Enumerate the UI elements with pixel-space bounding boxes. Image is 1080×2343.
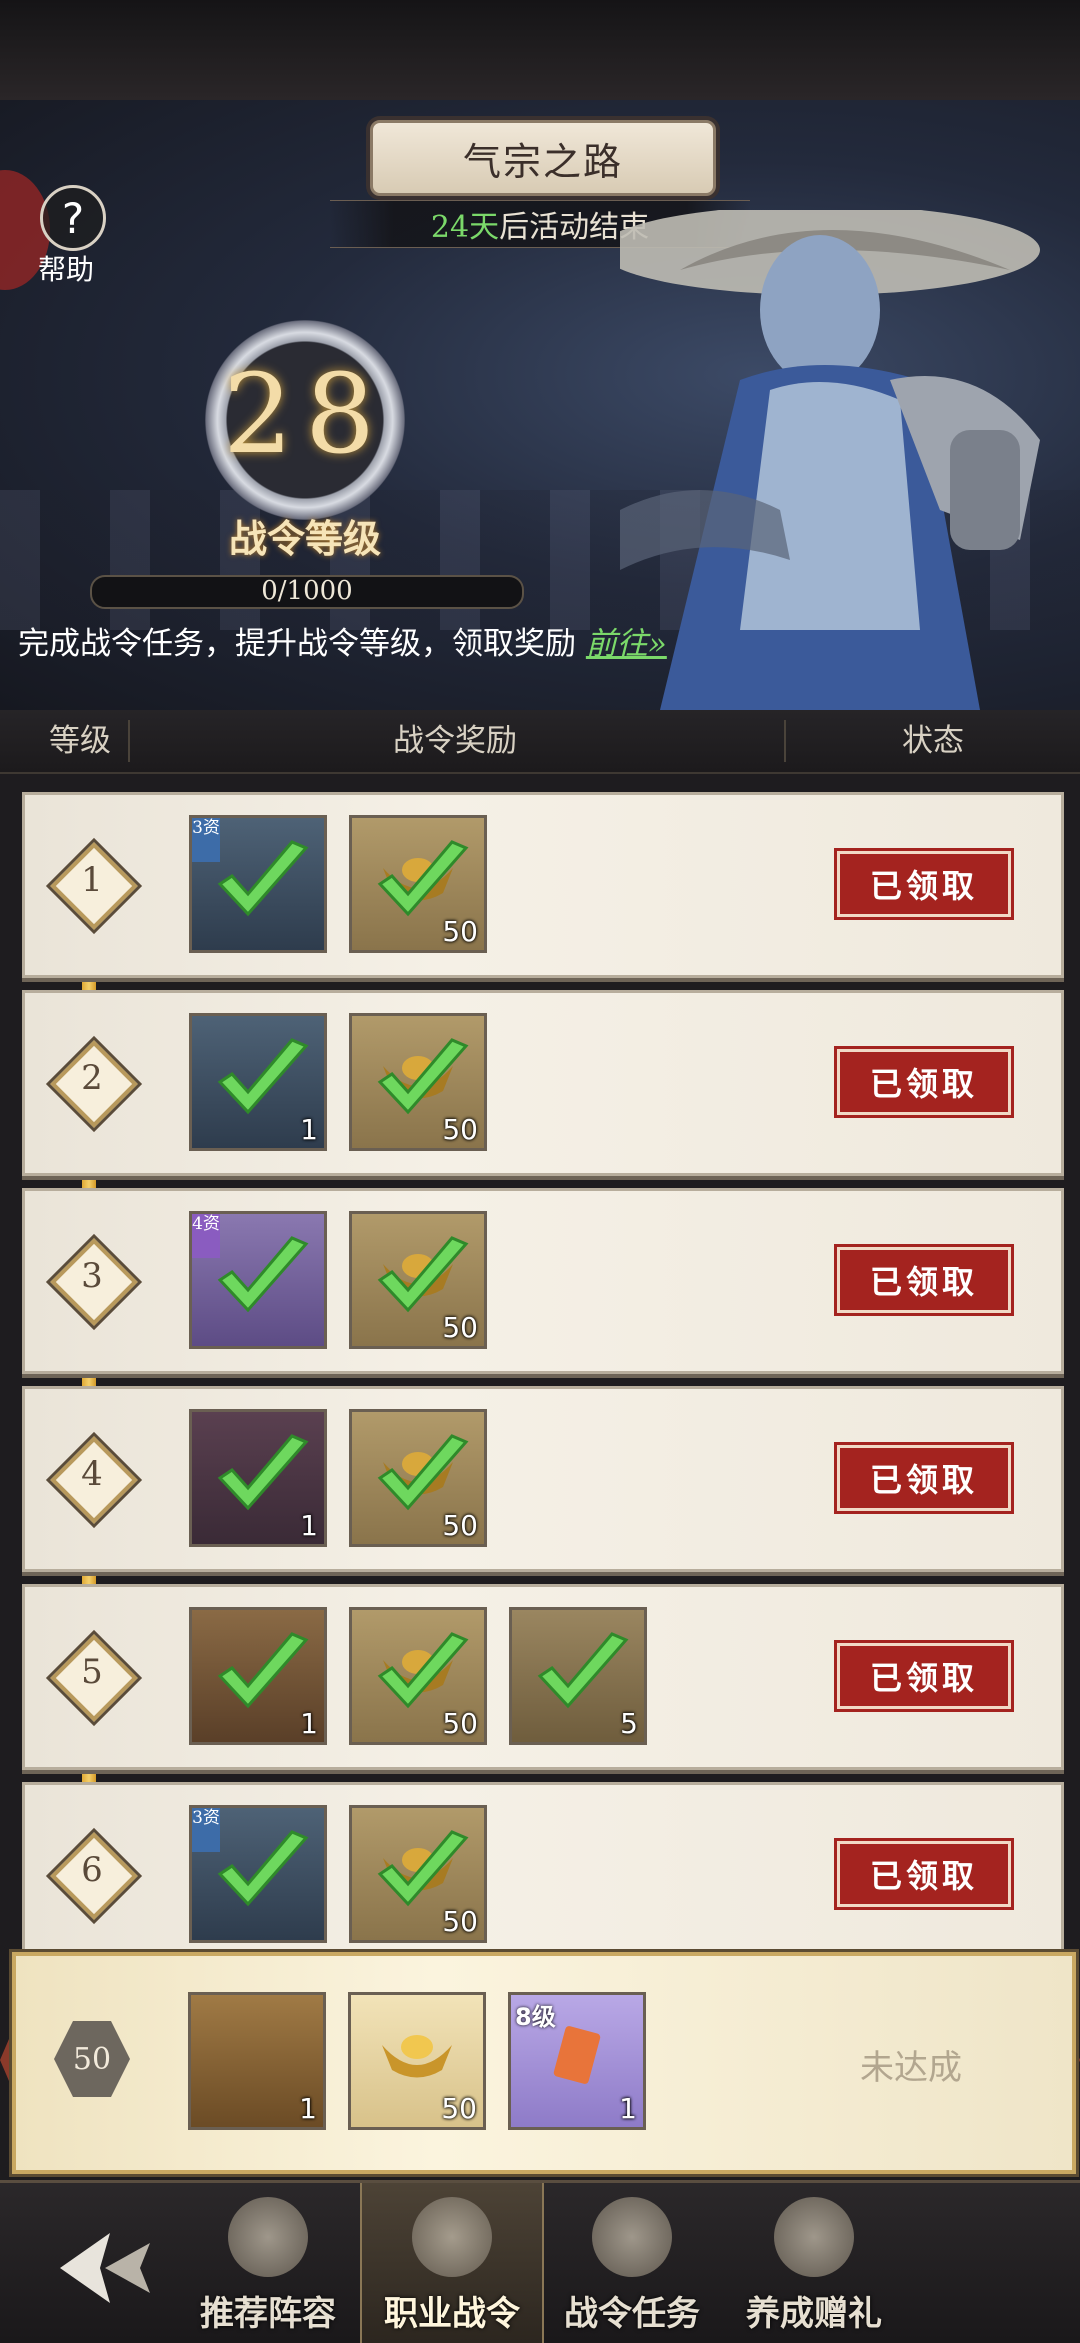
max-level-badge: 50 [54, 2021, 130, 2097]
reward-hero-card[interactable]: 1 [189, 1409, 327, 1547]
row-level-number: 2 [81, 1058, 103, 1098]
battle-pass-level-badge: 28 [190, 310, 420, 530]
item-count: 5 [620, 1707, 638, 1740]
claimed-stamp: 已领取 [837, 1445, 1011, 1511]
reward-weapon[interactable]: 3资 [189, 1805, 327, 1943]
item-count: 50 [442, 915, 478, 948]
reward-row: 1 50 已领取 [22, 1386, 1064, 1572]
item-count: 1 [300, 1707, 318, 1740]
reward-hero-card[interactable]: 1 [189, 1607, 327, 1745]
tab-pass-tasks[interactable]: 战令任务 [542, 2183, 722, 2343]
event-title: 气宗之路 [370, 120, 716, 196]
tab-icon [412, 2197, 492, 2277]
tab-label: 职业战令 [384, 2294, 520, 2334]
reward-gold-ingot[interactable]: 50 [349, 1805, 487, 1943]
gold-ingot-icon [382, 2035, 452, 2078]
reward-weapon[interactable]: 3资 [189, 815, 327, 953]
hero-character-illustration [620, 210, 1040, 710]
claimed-stamp: 已领取 [837, 851, 1011, 917]
top-bar [0, 0, 1080, 103]
reward-gold-ingot[interactable]: 50 [349, 1211, 487, 1349]
exp-progress-bar: 0/1000 [90, 575, 524, 609]
question-icon: ? [61, 193, 85, 243]
tab-class-battle-pass[interactable]: 职业战令 [360, 2183, 544, 2343]
help-label[interactable]: 帮助 [38, 248, 94, 288]
claimed-check-icon [217, 1830, 309, 1907]
days-remaining: 24天 [430, 210, 500, 245]
row-level-number: 5 [81, 1652, 103, 1692]
reward-gold-ingot[interactable]: 50 [349, 1409, 487, 1547]
tab-label: 推荐阵容 [200, 2294, 336, 2334]
header-rewards: 战令奖励 [393, 723, 517, 759]
item-count: 50 [442, 1509, 478, 1542]
reward-gold-ingot[interactable]: 50 [349, 815, 487, 953]
reward-hero-card[interactable]: 1 [188, 1992, 326, 2130]
tab-label: 养成赠礼 [746, 2294, 882, 2334]
row-level-number: 1 [81, 860, 103, 900]
exp-progress-text: 0/1000 [261, 576, 353, 606]
claimed-check-icon [217, 1632, 309, 1709]
tab-icon [228, 2197, 308, 2277]
row-level-number: 6 [81, 1850, 103, 1890]
reward-gold-ingot[interactable]: 50 [349, 1607, 487, 1745]
skill-token-icon [553, 2026, 601, 2084]
claimed-check-icon [217, 1236, 309, 1313]
goto-link[interactable]: 前往» [586, 626, 667, 662]
tab-recommended-lineup[interactable]: 推荐阵容 [178, 2183, 358, 2343]
claimed-check-icon [217, 1038, 309, 1115]
reward-row: 3资 50 已领取 [22, 792, 1064, 978]
claimed-check-icon [537, 1632, 629, 1709]
reward-row: 4资 50 已领取 [22, 1188, 1064, 1374]
pinned-status: 未达成 [860, 2048, 962, 2088]
tab-icon [774, 2197, 854, 2277]
item-count: 50 [442, 1311, 478, 1344]
item-count: 50 [442, 1707, 478, 1740]
reward-gold-ingot[interactable]: 50 [348, 1992, 486, 2130]
reward-outfit[interactable]: 1 [189, 1013, 327, 1151]
reward-jade-token[interactable]: 5 [509, 1607, 647, 1745]
item-count: 1 [619, 2092, 637, 2125]
claimed-stamp: 已领取 [837, 1247, 1011, 1313]
item-count: 1 [299, 2092, 317, 2125]
item-count: 50 [441, 2092, 477, 2125]
reward-table-header: 等级 战令奖励 状态 [0, 710, 1080, 774]
help-button[interactable]: ? [40, 185, 106, 251]
tab-label: 战令任务 [564, 2294, 700, 2334]
reward-row: 3资 50 已领取 [22, 1782, 1064, 1968]
tab-icon [592, 2197, 672, 2277]
claimed-check-icon [217, 1434, 309, 1511]
item-count: 50 [442, 1905, 478, 1938]
reward-skill-token[interactable]: 8级 1 [508, 1992, 646, 2130]
header-status: 状态 [902, 723, 964, 759]
tab-growth-gifts[interactable]: 养成赠礼 [724, 2183, 904, 2343]
row-level-number: 4 [81, 1454, 103, 1494]
claimed-stamp: 已领取 [837, 1643, 1011, 1709]
description-text: 完成战令任务，提升战令等级，领取奖励 [18, 626, 576, 662]
level-number: 28 [223, 350, 387, 478]
item-count: 1 [300, 1509, 318, 1542]
row-level-number: 3 [81, 1256, 103, 1296]
reward-gold-ingot[interactable]: 50 [349, 1013, 487, 1151]
item-count: 50 [442, 1113, 478, 1146]
claimed-check-icon [217, 840, 309, 917]
reward-weapon[interactable]: 4资 [189, 1211, 327, 1349]
back-arrow-icon[interactable] [50, 2223, 160, 2313]
bottom-nav: 推荐阵容 职业战令 战令任务 养成赠礼 [0, 2180, 1080, 2343]
task-description: 完成战令任务，提升战令等级，领取奖励 前往» [18, 618, 667, 663]
item-count: 1 [300, 1113, 318, 1146]
reward-row: 1 50 5 已领取 [22, 1584, 1064, 1770]
claimed-stamp: 已领取 [837, 1841, 1011, 1907]
claimed-stamp: 已领取 [837, 1049, 1011, 1115]
reward-row: 1 50 已领取 [22, 990, 1064, 1176]
level-title: 战令等级 [228, 516, 381, 561]
